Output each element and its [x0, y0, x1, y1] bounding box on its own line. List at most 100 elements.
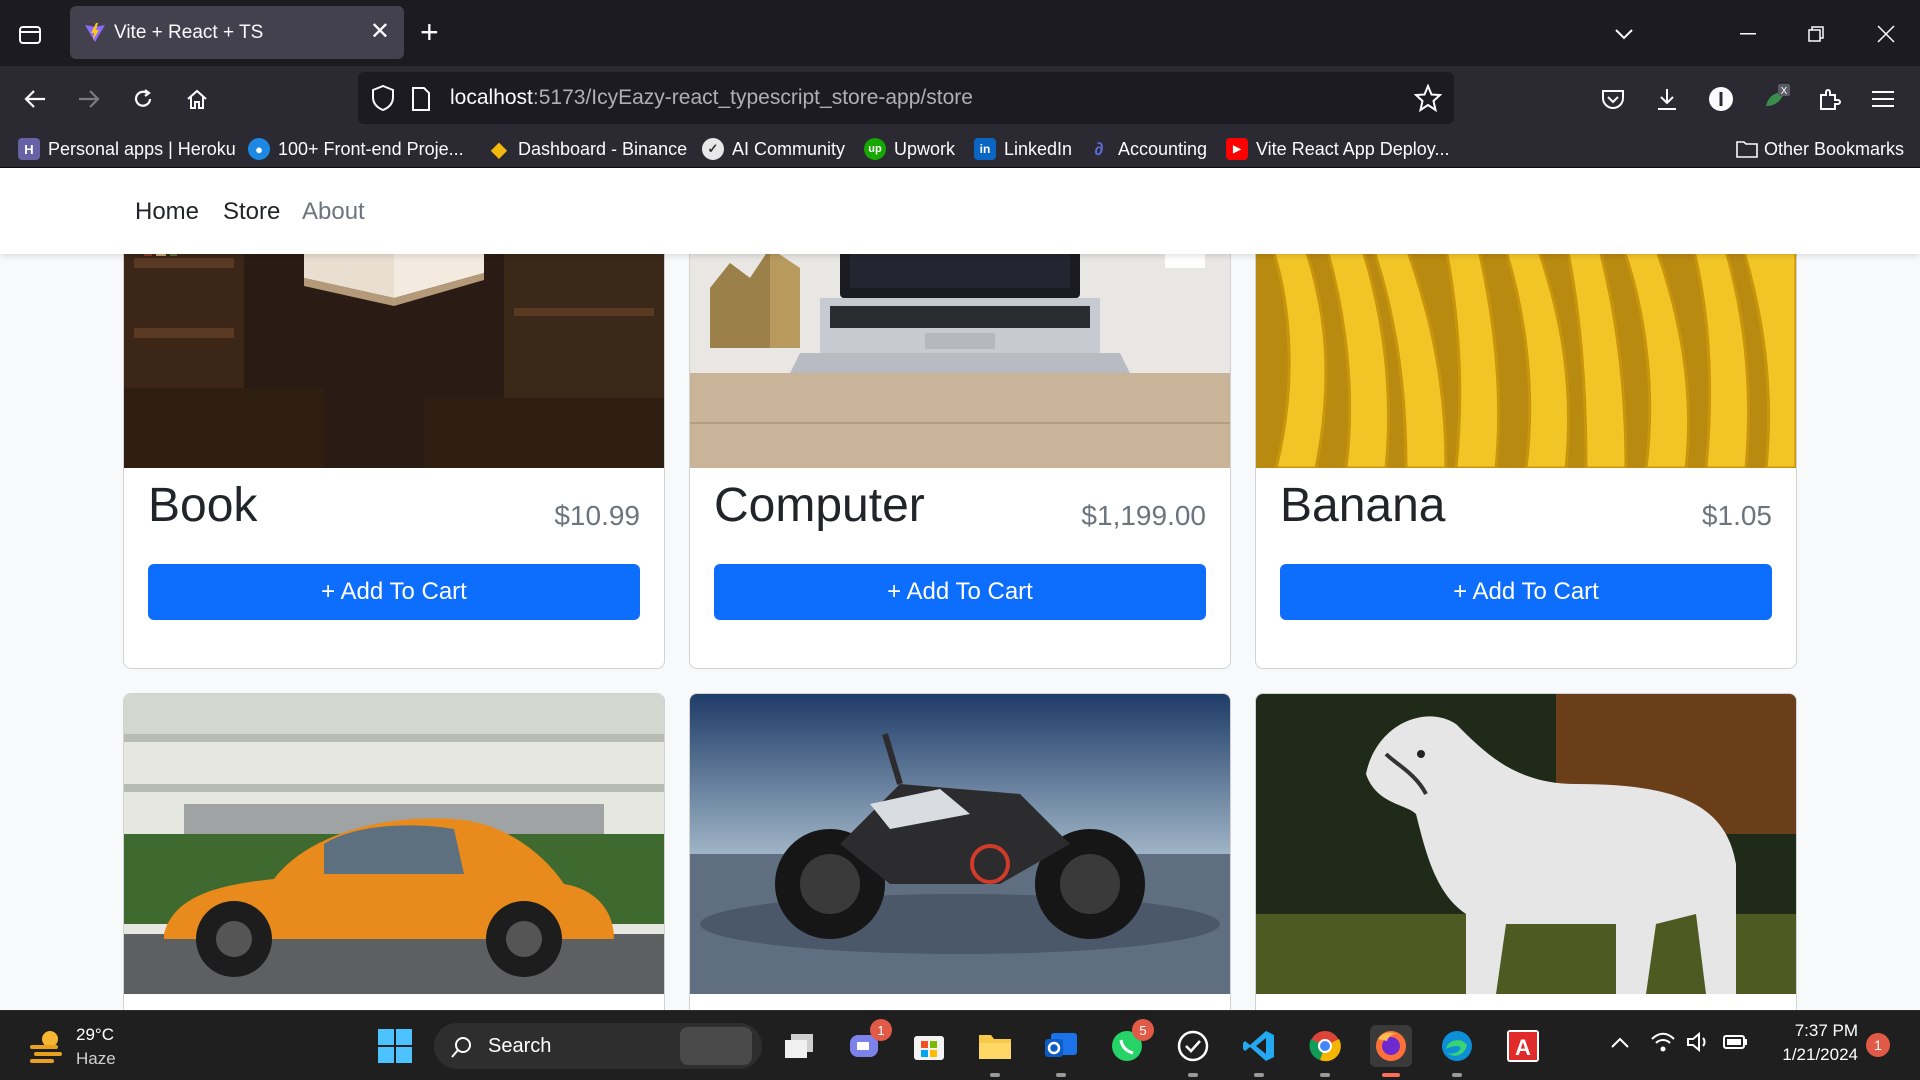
home-icon[interactable]: [180, 82, 214, 116]
page-info-icon[interactable]: [410, 86, 432, 112]
bookmark-vite-deploy[interactable]: ▶ Vite React App Deploy...: [1226, 135, 1449, 163]
address-bar[interactable]: localhost:5173/IcyEazy-react_typescript_…: [358, 72, 1454, 124]
extension-info-icon[interactable]: [1704, 82, 1738, 116]
windows-start-icon[interactable]: [374, 1025, 416, 1067]
vscode-icon[interactable]: [1238, 1025, 1280, 1077]
pocket-icon[interactable]: [1596, 82, 1630, 116]
folder-icon: [1736, 141, 1758, 158]
add-to-cart-button[interactable]: + Add To Cart: [148, 564, 640, 620]
motorcycle-image: [690, 694, 1230, 994]
battery-icon[interactable]: [1722, 1031, 1748, 1058]
bookmark-label: LinkedIn: [1004, 138, 1073, 159]
bookmark-label: 100+ Front-end Proje...: [278, 138, 464, 159]
item-price: $10.99: [554, 500, 640, 531]
accounting-icon: ∂: [1094, 138, 1104, 159]
search-highlight-icon: [680, 1027, 752, 1065]
close-window-icon[interactable]: [1866, 14, 1906, 54]
bookmark-accounting[interactable]: ∂ Accounting: [1088, 135, 1208, 163]
task-view-icon[interactable]: [778, 1025, 820, 1067]
menu-hamburger-icon[interactable]: [1866, 82, 1900, 116]
downloads-icon[interactable]: [1650, 82, 1684, 116]
running-indicator: [1188, 1073, 1198, 1077]
whatsapp-icon[interactable]: 5: [1106, 1019, 1154, 1067]
bookmarks-toolbar: H Personal apps | Heroku ● 100+ Front-end …: [0, 130, 1920, 168]
running-indicator: [1452, 1073, 1462, 1077]
nav-link-store[interactable]: Store: [223, 198, 280, 226]
extensions-puzzle-icon[interactable]: [1812, 82, 1846, 116]
notification-badge: 5: [1132, 1019, 1154, 1041]
clock-time[interactable]: 7:37 PM: [1768, 1021, 1858, 1041]
outlook-new-icon[interactable]: [1040, 1025, 1082, 1077]
acrobat-icon[interactable]: A: [1502, 1025, 1544, 1067]
search-icon: [451, 1037, 471, 1058]
bookmark-upwork[interactable]: up Upwork: [864, 135, 955, 163]
minimize-icon[interactable]: [1728, 14, 1768, 54]
svg-text:A: A: [1515, 1035, 1531, 1060]
horse-image: [1256, 694, 1796, 994]
active-indicator: [1382, 1073, 1400, 1077]
firefox-icon[interactable]: [1370, 1025, 1412, 1077]
browser-tab-bar: Vite + React + TS ✕ +: [0, 0, 1920, 66]
chevron-down-icon[interactable]: [1604, 14, 1644, 54]
other-bookmarks-folder[interactable]: Other Bookmarks: [1736, 135, 1904, 163]
item-name: Book: [148, 479, 258, 532]
microsoft-store-icon[interactable]: [908, 1025, 950, 1067]
close-tab-icon[interactable]: ✕: [370, 18, 390, 46]
bookmark-label: Dashboard - Binance: [518, 138, 688, 159]
bookmark-binance[interactable]: ◆ Dashboard - Binance: [488, 135, 687, 163]
extension-plant-icon[interactable]: X: [1758, 82, 1792, 116]
url-path: :5173/IcyEazy-react_typescript_store-app…: [532, 86, 973, 109]
running-indicator: [990, 1073, 1000, 1077]
bookmark-ai-community[interactable]: ✓ AI Community: [702, 135, 845, 163]
teams-chat-icon[interactable]: 1: [844, 1019, 892, 1067]
bookmark-label: Personal apps | Heroku: [48, 138, 236, 159]
volume-icon[interactable]: [1686, 1031, 1712, 1058]
new-tab-icon[interactable]: +: [420, 16, 439, 48]
bookmark-label: Upwork: [894, 138, 956, 159]
edge-icon[interactable]: [1436, 1025, 1478, 1077]
nav-link-about[interactable]: About: [302, 198, 365, 226]
wifi-icon[interactable]: [1650, 1031, 1676, 1058]
chrome-icon[interactable]: [1304, 1025, 1346, 1077]
url-text[interactable]: localhost:5173/IcyEazy-react_typescript_…: [450, 86, 973, 110]
reload-icon[interactable]: [126, 82, 160, 116]
clock-date[interactable]: 1/21/2024: [1768, 1045, 1858, 1065]
browser-tab-active[interactable]: Vite + React + TS ✕: [70, 6, 404, 59]
bookmark-linkedin[interactable]: in LinkedIn: [974, 135, 1072, 163]
ai-community-icon: ✓: [702, 138, 724, 160]
running-indicator: [1320, 1073, 1330, 1077]
bookmark-star-icon[interactable]: [1414, 84, 1442, 112]
bookmark-label: Accounting: [1118, 138, 1208, 159]
windows-taskbar: 29°C Haze Search 1 5 A 7:37 PM 1/21/2024…: [0, 1010, 1920, 1080]
item-name: Banana: [1280, 479, 1446, 532]
tracking-protection-icon[interactable]: [370, 84, 396, 112]
heroku-icon: H: [18, 138, 40, 160]
page-viewport: Home Store About Book $10.99 + Add To Ca…: [0, 168, 1920, 1010]
store-item-card-horse: [1255, 693, 1797, 1010]
add-to-cart-button[interactable]: + Add To Cart: [714, 564, 1206, 620]
linkedin-icon: in: [974, 138, 996, 160]
other-bookmarks-label: Other Bookmarks: [1764, 138, 1905, 159]
bookmark-label: AI Community: [732, 138, 846, 159]
todo-check-icon[interactable]: [1172, 1025, 1214, 1077]
restore-icon[interactable]: [1796, 14, 1836, 54]
add-to-cart-button[interactable]: + Add To Cart: [1280, 564, 1772, 620]
store-item-card-car: [123, 693, 665, 1010]
vite-logo-icon: [85, 23, 105, 42]
youtube-icon: ▶: [1226, 138, 1248, 160]
bookmark-heroku[interactable]: H Personal apps | Heroku: [18, 135, 236, 163]
taskbar-search[interactable]: Search: [434, 1023, 762, 1069]
notification-center-badge[interactable]: 1: [1866, 1033, 1890, 1057]
search-label: Search: [488, 1035, 552, 1057]
file-explorer-icon[interactable]: [974, 1025, 1016, 1077]
show-hidden-icons-chevron-icon[interactable]: [1610, 1035, 1630, 1054]
weather-haze-icon[interactable]: [26, 1025, 66, 1070]
forward-icon[interactable]: [72, 82, 106, 116]
bookmark-frontend-projects[interactable]: ● 100+ Front-end Proje...: [248, 135, 464, 163]
nav-link-home[interactable]: Home: [135, 198, 199, 226]
bookmark-label: Vite React App Deploy...: [1256, 138, 1450, 159]
back-icon[interactable]: [18, 82, 52, 116]
url-host: localhost: [450, 86, 533, 109]
list-all-tabs-icon[interactable]: [14, 18, 46, 50]
browser-toolbar: localhost:5173/IcyEazy-react_typescript_…: [0, 66, 1920, 130]
